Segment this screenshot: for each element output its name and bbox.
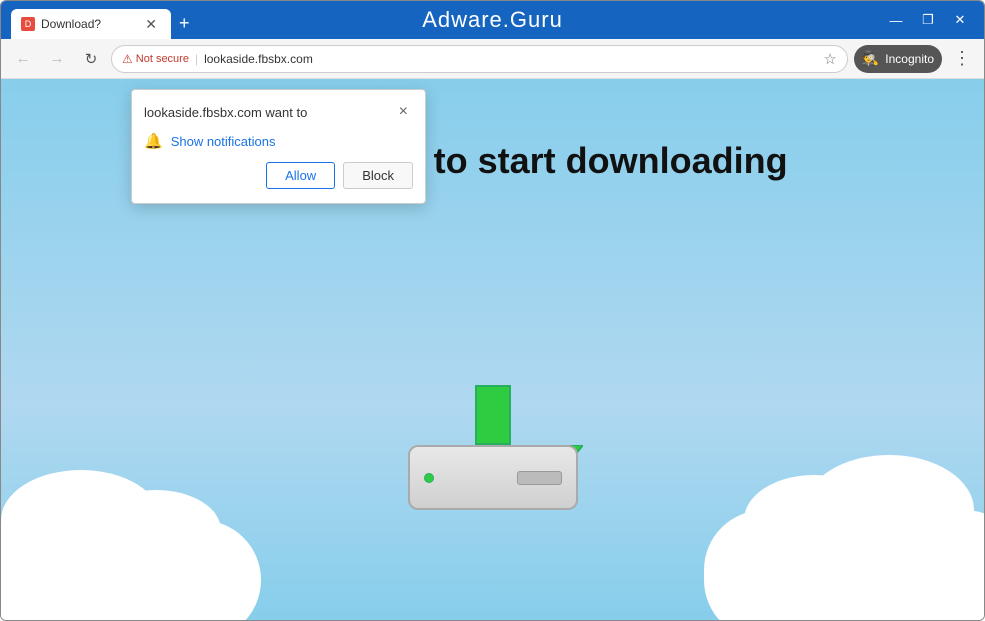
close-button[interactable]: ✕ [946,6,974,34]
hdd-slot [517,471,562,485]
warning-icon: ⚠ [122,52,133,66]
arrow-shaft [475,385,511,445]
tab-close-button[interactable]: ✕ [141,14,161,35]
show-notifications-link[interactable]: Show notifications [171,134,276,149]
bell-icon: 🔔 [144,132,163,150]
new-tab-button[interactable]: + [171,13,198,34]
incognito-icon: 🕵 [862,50,879,67]
title-bar: D Download? ✕ + Adware.Guru — ❐ ✕ [1,1,984,39]
minimize-button[interactable]: — [882,6,910,34]
forward-button[interactable]: → [43,45,71,73]
menu-button[interactable]: ⋮ [948,45,976,73]
cloud-left [1,520,261,620]
hdd-light [424,473,434,483]
active-tab[interactable]: D Download? ✕ [11,9,171,39]
popup-header: lookaside.fbsbx.com want to × [132,90,425,128]
down-arrow-group [475,385,511,445]
back-button[interactable]: ← [9,45,37,73]
tab-area: D Download? ✕ + [11,1,874,39]
tab-title: Download? [41,17,135,31]
window-controls: — ❐ ✕ [882,6,974,34]
cloud-right [704,510,984,620]
restore-button[interactable]: ❐ [914,6,942,34]
notification-popup: lookaside.fbsbx.com want to × 🔔 Show not… [131,89,426,204]
toolbar: ← → ↻ ⚠ Not secure | lookaside.fbsbx.com… [1,39,984,79]
allow-button[interactable]: Allow [266,162,335,189]
not-secure-label: Not secure [136,53,189,65]
hdd [408,445,578,510]
download-illustration [408,385,578,510]
not-secure-indicator: ⚠ Not secure [122,52,189,66]
tab-favicon: D [21,17,35,31]
popup-close-button[interactable]: × [394,102,413,122]
incognito-label: Incognito [885,52,934,66]
reload-button[interactable]: ↻ [77,45,105,73]
popup-buttons: Allow Block [132,162,425,203]
block-button[interactable]: Block [343,162,413,189]
popup-title: lookaside.fbsbx.com want to [144,105,307,120]
popup-notification-row: 🔔 Show notifications [132,128,425,162]
page-content: Click "Allow" to start downloading [1,79,984,620]
address-bar[interactable]: ⚠ Not secure | lookaside.fbsbx.com ☆ [111,45,848,73]
incognito-button[interactable]: 🕵 Incognito [854,45,942,73]
bookmark-icon[interactable]: ☆ [823,50,836,68]
browser-window: D Download? ✕ + Adware.Guru — ❐ ✕ ← → ↻ … [0,0,985,621]
address-separator: | [195,52,198,66]
url-text: lookaside.fbsbx.com [204,52,817,66]
